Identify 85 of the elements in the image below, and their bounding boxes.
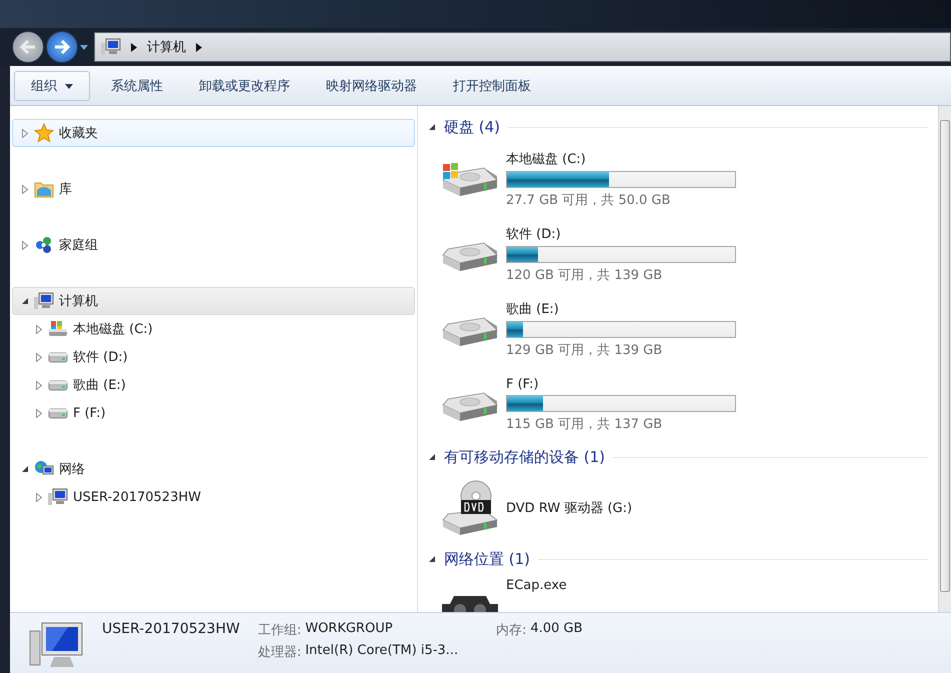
expand-arrow-icon[interactable]	[35, 324, 43, 334]
expand-arrow-icon[interactable]	[35, 492, 43, 502]
computer-icon	[34, 292, 54, 310]
nav-tree-label: 网络	[59, 461, 85, 478]
drive-name: 软件 (D:)	[506, 226, 562, 243]
toolbar-button[interactable]: 卸载或更改程序	[184, 71, 305, 101]
free-space-text: 120 GB 可用，共 139 GB	[506, 267, 664, 284]
nav-tree-item[interactable]: USER-20170523HW	[12, 483, 415, 511]
system-drive-icon	[48, 320, 68, 338]
detail-value: WORKGROUP	[305, 621, 394, 638]
collapse-arrow-icon[interactable]	[21, 465, 29, 473]
breadcrumb-arrow-icon[interactable]	[131, 42, 137, 52]
caret-icon	[65, 84, 73, 88]
group-header[interactable]: 网络位置 (1)	[444, 550, 530, 568]
free-space-text: 129 GB 可用，共 139 GB	[506, 342, 664, 359]
detail-label: 内存:	[496, 622, 526, 639]
nav-tree-item[interactable]: 库	[12, 175, 415, 203]
nav-tree-label: 库	[59, 181, 72, 198]
expand-arrow-icon[interactable]	[21, 184, 29, 194]
nav-tree-label: 收藏夹	[59, 125, 98, 142]
nav-tree-label: F (F:)	[73, 406, 106, 420]
nav-tree-label: 软件 (D:)	[73, 349, 128, 366]
location-name: ECap.exe	[506, 578, 567, 593]
drive-name: F (F:)	[506, 376, 540, 392]
free-space-text: 115 GB 可用，共 137 GB	[506, 416, 664, 432]
drive-tile[interactable]: F (F:) 115 GB 可用，共 137 GB	[428, 367, 938, 442]
collapse-arrow-icon[interactable]	[21, 297, 29, 305]
detail-value: 4.00 GB	[530, 621, 583, 638]
homegroup-icon	[34, 236, 54, 254]
group-header[interactable]: 硬盘 (4)	[444, 118, 500, 136]
nav-tree-label: USER-20170523HW	[73, 490, 201, 504]
group-header[interactable]: 有可移动存储的设备 (1)	[444, 448, 606, 466]
forward-button[interactable]	[46, 31, 78, 63]
toolbar-button[interactable]: 打开控制面板	[438, 71, 546, 101]
address-bar[interactable]: 计算机	[94, 32, 951, 62]
detail-label: 处理器:	[258, 644, 302, 661]
collapse-arrow-icon[interactable]	[428, 453, 436, 461]
breadcrumb-item[interactable]: 计算机	[147, 38, 186, 56]
star-icon	[34, 123, 54, 143]
breadcrumb-arrow-icon[interactable]	[196, 42, 202, 52]
nav-tree-item[interactable]: F (F:)	[12, 399, 415, 427]
recent-pages-caret-icon[interactable]	[80, 44, 88, 50]
nav-tree-item[interactable]: 收藏夹	[12, 119, 415, 147]
drive-tile[interactable]: 软件 (D:) 120 GB 可用，共 139 GB	[428, 217, 938, 292]
nav-tree-item[interactable]: 歌曲 (E:)	[12, 371, 415, 399]
detail-label: 工作组:	[258, 622, 302, 639]
expand-arrow-icon[interactable]	[21, 240, 29, 250]
nav-tree-label: 计算机	[59, 293, 98, 310]
hard-drive-icon	[48, 379, 68, 391]
nav-tree-item[interactable]: 本地磁盘 (C:)	[12, 315, 415, 343]
nav-tree-label: 家庭组	[59, 237, 98, 254]
nav-tree-item[interactable]: 计算机	[12, 287, 415, 315]
expand-arrow-icon[interactable]	[35, 352, 43, 362]
left-arrow-icon	[20, 40, 36, 54]
free-space-text: 27.7 GB 可用，共 50.0 GB	[506, 192, 672, 209]
nav-tree-label: 本地磁盘 (C:)	[73, 321, 153, 338]
expand-arrow-icon[interactable]	[35, 380, 43, 390]
expand-arrow-icon[interactable]	[35, 408, 43, 418]
dvd-drive-tile[interactable]: DVD RW 驱动器 (G:)	[428, 472, 938, 544]
nav-tree-item[interactable]: 软件 (D:)	[12, 343, 415, 371]
folder-icon	[34, 180, 54, 198]
drive-name: DVD RW 驱动器 (G:)	[506, 500, 632, 517]
hard-drive-icon	[48, 407, 68, 419]
collapse-arrow-icon[interactable]	[428, 555, 436, 563]
nav-tree-label: 歌曲 (E:)	[73, 377, 126, 394]
scrollbar-thumb[interactable]	[940, 120, 950, 592]
drive-tile[interactable]: 歌曲 (E:) 129 GB 可用，共 139 GB	[428, 292, 938, 367]
nav-tree-item[interactable]: 网络	[12, 455, 415, 483]
drive-name: 歌曲 (E:)	[506, 301, 560, 318]
right-arrow-icon	[54, 40, 70, 54]
expand-arrow-icon[interactable]	[21, 128, 29, 138]
toolbar-button[interactable]: 系统属性	[96, 71, 178, 101]
collapse-arrow-icon[interactable]	[428, 123, 436, 131]
detail-value: Intel(R) Core(TM) i5-3...	[305, 643, 458, 660]
computer-icon	[28, 621, 84, 669]
computer-icon	[101, 38, 121, 56]
organize-menu-button[interactable]: 组织	[14, 71, 90, 101]
toolbar-button[interactable]: 映射网络驱动器	[311, 71, 432, 101]
dvd-drive-icon	[440, 480, 500, 536]
hard-drive-icon	[48, 351, 68, 363]
drive-name: 本地磁盘 (C:)	[506, 151, 587, 168]
computer-icon	[48, 488, 68, 506]
drive-tile[interactable]: 本地磁盘 (C:) 27.7 GB 可用，共 50.0 GB	[428, 142, 938, 217]
nav-tree-item[interactable]: 家庭组	[12, 231, 415, 259]
computer-name: USER-20170523HW	[102, 621, 240, 637]
